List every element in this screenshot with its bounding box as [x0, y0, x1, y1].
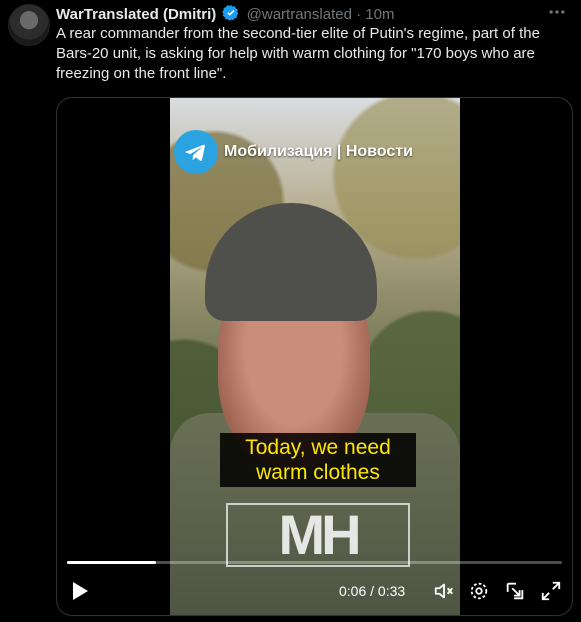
- fullscreen-icon[interactable]: [539, 579, 563, 603]
- channel-title: Мобилизация | Новости: [224, 143, 413, 160]
- separator: ·: [356, 6, 362, 23]
- settings-icon[interactable]: [467, 579, 491, 603]
- progress-fill: [67, 561, 157, 564]
- avatar[interactable]: [8, 4, 50, 46]
- time-readout: 0:06 / 0:33: [339, 583, 406, 599]
- telegram-icon: [174, 130, 218, 174]
- timestamp[interactable]: 10m: [365, 6, 394, 23]
- video-caption: Today, we need warm clothes: [220, 433, 416, 487]
- author-name[interactable]: WarTranslated (Dmitri): [56, 6, 216, 23]
- watermark-logo: МН: [226, 503, 410, 567]
- progress-bar[interactable]: [67, 561, 562, 564]
- author-handle[interactable]: @wartranslated: [247, 6, 352, 23]
- video-frame[interactable]: Мобилизация | Новости Today, we need war…: [170, 98, 460, 615]
- tweet-text: A rear commander from the second-tier el…: [56, 25, 540, 82]
- pip-icon[interactable]: [503, 579, 527, 603]
- mute-icon[interactable]: [432, 579, 456, 603]
- video-player[interactable]: Мобилизация | Новости Today, we need war…: [56, 97, 573, 616]
- play-icon[interactable]: [69, 579, 91, 603]
